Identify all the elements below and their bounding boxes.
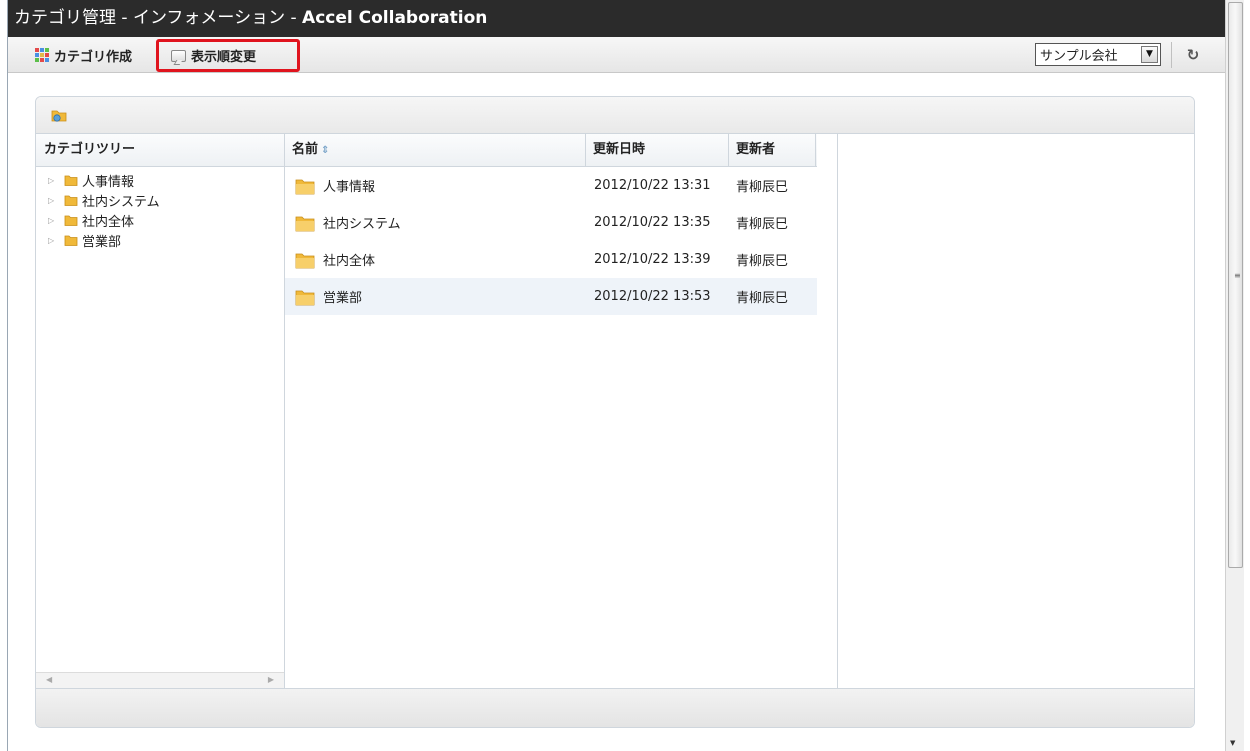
change-order-label: 表示順変更 [191, 50, 257, 65]
tree-horizontal-scrollbar[interactable]: ◀ ▶ [36, 672, 284, 689]
folder-icon [64, 175, 78, 186]
table-row[interactable]: 社内全体 2012/10/22 13:39 青柳辰巳 [285, 241, 817, 278]
row-updated: 2012/10/22 13:39 [594, 252, 711, 267]
category-folder-icon[interactable] [51, 107, 67, 123]
folder-icon [295, 179, 315, 194]
table-row[interactable]: 人事情報 2012/10/22 13:31 青柳辰巳 [285, 167, 817, 204]
category-list-pane: 名前 ⇕ 更新日時 更新者 人事情報 2012/10/22 13:31 青柳辰巳 … [285, 134, 838, 689]
title-prefix: カテゴリ管理 - インフォメーション - [14, 8, 303, 28]
panel-footer [36, 688, 1194, 727]
folder-icon [64, 195, 78, 206]
detail-pane [838, 134, 1194, 689]
row-updater: 青柳辰巳 [736, 180, 789, 195]
folder-icon [295, 290, 315, 305]
tree-item-label: 社内システム [82, 194, 160, 210]
change-order-button[interactable]: 表示順変更 [156, 39, 300, 72]
table-row-selected[interactable]: 営業部 2012/10/22 13:53 青柳辰巳 [285, 278, 817, 315]
folder-icon [295, 216, 315, 231]
toolbar-divider [1171, 42, 1172, 68]
refresh-icon[interactable]: ↻ [1184, 46, 1202, 64]
row-updater: 青柳辰巳 [736, 217, 789, 232]
company-select[interactable]: サンプル会社 ▼ [1035, 43, 1161, 66]
scroll-right-icon[interactable]: ▶ [268, 675, 274, 684]
folder-icon [64, 235, 78, 246]
tree-item-label: 社内全体 [82, 214, 135, 230]
category-tree: ▷ 人事情報 ▷ 社内システム ▷ 社内全体 ▷ 営業部 [36, 167, 284, 250]
tree-item[interactable]: ▷ 社内全体 [36, 210, 284, 230]
row-updated: 2012/10/22 13:53 [594, 289, 711, 304]
create-category-label: カテゴリ作成 [54, 49, 133, 65]
page-scrollbar[interactable]: ≡ ▼ [1225, 0, 1244, 751]
row-updater: 青柳辰巳 [736, 291, 789, 306]
category-tree-pane: カテゴリツリー ▷ 人事情報 ▷ 社内システム ▷ 社内全体 ▷ 営業部 ◀ ▶ [36, 134, 285, 689]
speech-bubble-icon [171, 49, 186, 62]
tree-item-label: 人事情報 [82, 174, 135, 190]
tree-header: カテゴリツリー [36, 134, 284, 167]
row-updated: 2012/10/22 13:35 [594, 215, 711, 230]
tree-item[interactable]: ▷ 営業部 [36, 230, 284, 250]
column-header-name[interactable]: 名前 ⇕ [285, 134, 586, 166]
folder-icon [295, 253, 315, 268]
row-name: 営業部 [323, 291, 363, 306]
folder-icon [64, 215, 78, 226]
row-name-cell: 人事情報 [285, 176, 586, 196]
tree-item[interactable]: ▷ 社内システム [36, 190, 284, 210]
expand-arrow-icon[interactable]: ▷ [48, 216, 60, 225]
chevron-down-icon[interactable]: ▼ [1141, 46, 1158, 63]
row-name: 社内全体 [323, 254, 376, 269]
scroll-down-icon[interactable]: ▼ [1230, 739, 1235, 747]
row-name: 社内システム [323, 217, 401, 232]
expand-arrow-icon[interactable]: ▷ [48, 176, 60, 185]
sort-icon[interactable]: ⇕ [321, 145, 329, 156]
scroll-left-icon[interactable]: ◀ [46, 675, 52, 684]
company-select-value: サンプル会社 [1040, 49, 1118, 64]
column-header-name-label: 名前 [292, 142, 319, 157]
panel-header [36, 97, 1194, 134]
grid-icon [35, 48, 49, 62]
tree-item[interactable]: ▷ 人事情報 [36, 170, 284, 190]
row-name-cell: 社内システム [285, 213, 586, 233]
grip-icon: ≡ [1234, 271, 1241, 280]
column-header-updater[interactable]: 更新者 [729, 134, 816, 166]
row-name: 人事情報 [323, 180, 376, 195]
row-updater: 青柳辰巳 [736, 254, 789, 269]
window-frame [0, 0, 8, 751]
column-header-updated[interactable]: 更新日時 [586, 134, 729, 166]
row-name-cell: 営業部 [285, 287, 586, 307]
tree-item-label: 営業部 [82, 234, 122, 250]
expand-arrow-icon[interactable]: ▷ [48, 196, 60, 205]
category-panel: カテゴリツリー ▷ 人事情報 ▷ 社内システム ▷ 社内全体 ▷ 営業部 ◀ ▶… [35, 96, 1195, 728]
row-name-cell: 社内全体 [285, 250, 586, 270]
create-category-button[interactable]: カテゴリ作成 [30, 42, 137, 68]
list-header: 名前 ⇕ 更新日時 更新者 [285, 134, 817, 167]
table-row[interactable]: 社内システム 2012/10/22 13:35 青柳辰巳 [285, 204, 817, 241]
row-updated: 2012/10/22 13:31 [594, 178, 711, 193]
title-app: Accel Collaboration [302, 8, 488, 28]
scrollbar-thumb[interactable]: ≡ [1228, 2, 1243, 568]
window-title: カテゴリ管理 - インフォメーション - Accel Collaboration [8, 0, 1225, 37]
toolbar: カテゴリ作成 表示順変更 サンプル会社 ▼ ↻ [8, 37, 1225, 73]
expand-arrow-icon[interactable]: ▷ [48, 236, 60, 245]
